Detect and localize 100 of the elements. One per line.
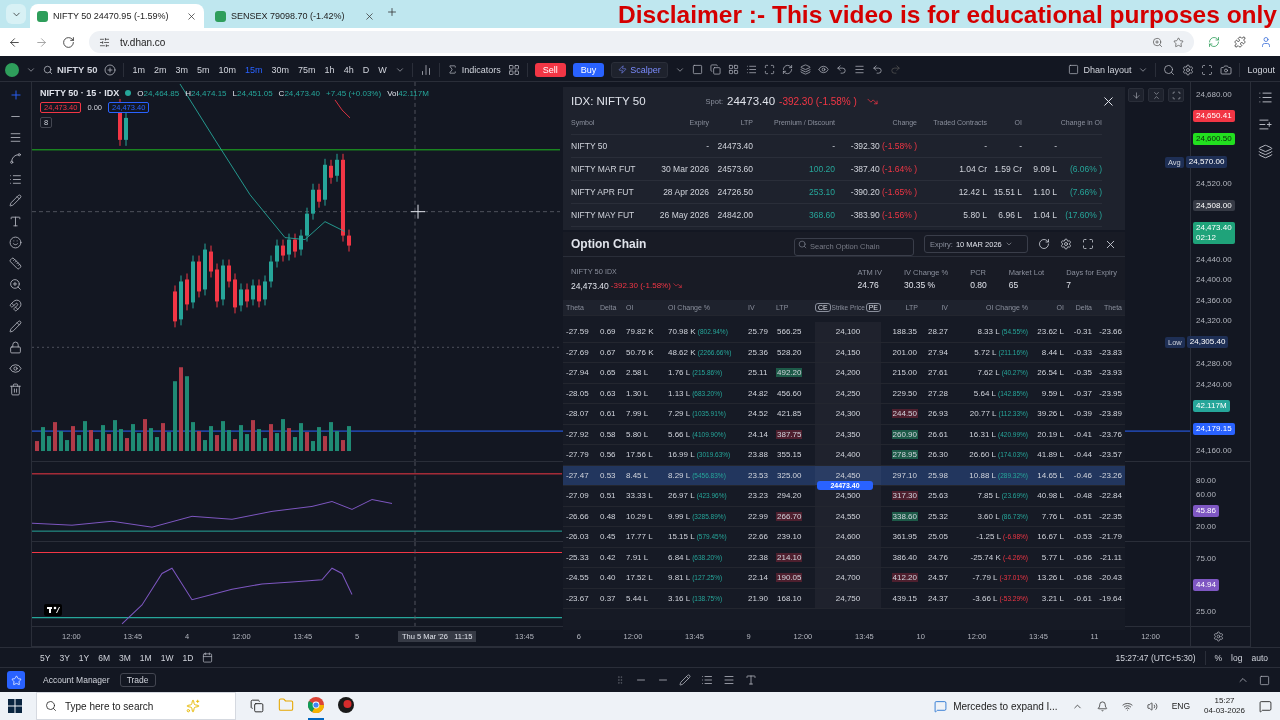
delta-cell-text: 0.51 (599, 491, 617, 501)
axis-tick-label: 24,680.00 (1195, 90, 1232, 99)
ltp-cell-text: 566.25 (776, 327, 803, 337)
timeframe-button[interactable]: D (361, 64, 371, 75)
range-button[interactable]: 3Y (59, 652, 70, 663)
ltp-cell-text: 361.95 (891, 532, 918, 542)
range-button[interactable]: 1W (160, 652, 174, 663)
symbol-cell-text: NIFTY APR FUT (571, 187, 635, 197)
timeframe-button[interactable]: 3m (174, 64, 190, 75)
panel-title: IDX: NIFTY 50 (571, 95, 646, 107)
oi-cell-text: 9.59 L (1040, 388, 1065, 398)
delta-cell-text: 0.53 (599, 470, 617, 480)
ohlc-value: H24,474.15 (185, 88, 227, 98)
timeframe-button[interactable]: 10m (217, 64, 238, 75)
delta-cell-text: -0.35 (1072, 368, 1093, 378)
volume-value: Vol42.117M (387, 88, 429, 98)
change-cell-text: -383.90 (-1.56% ) (849, 210, 917, 220)
browser-tab[interactable]: SENSEX 79098.70 (-1.42%) (208, 4, 382, 28)
browser-tab[interactable]: NIFTY 50 24470.95 (-1.59%) (30, 4, 204, 28)
ltp-cell-text: 24726.50 (716, 187, 753, 197)
theta-cell-text: -23.95 (1098, 388, 1123, 398)
oi-cell-text: 26.54 L (1036, 368, 1065, 378)
iv-cell-text: 25.32 (926, 511, 949, 521)
buy-button[interactable]: Buy (572, 62, 605, 77)
price-badge: 24,508.00 (1193, 199, 1235, 212)
axis-tick-label: 24,240.00 (1195, 379, 1232, 389)
delta-cell-text: -0.48 (1072, 491, 1093, 501)
iv-cell-text: 24.57 (926, 573, 949, 583)
language-label[interactable]: ENG (1171, 701, 1191, 711)
ltp-cell-text: 260.90 (890, 429, 919, 439)
oi-cell-text: 1.59 Cr (993, 164, 1022, 174)
scale-button[interactable]: % (1214, 652, 1223, 663)
change-cell-text: -387.40 (-1.64% ) (849, 164, 917, 174)
ltp-cell-text: 325.00 (776, 470, 803, 480)
indicators-button[interactable]: Indicators (446, 64, 501, 75)
timeframe-button[interactable]: W (377, 64, 388, 75)
timeframe-button[interactable]: 30m (270, 64, 291, 75)
oi-cell-text: 8.44 L (1040, 347, 1065, 357)
timeframe-button[interactable]: 15m (244, 64, 264, 75)
theta-cell-text: -26.03 (565, 532, 590, 542)
strike-cell: 24,750 (815, 588, 881, 608)
timeframe-button[interactable]: 2m (153, 64, 168, 75)
change-cell-text: -390.20 (-1.65% ) (849, 187, 917, 197)
theta-cell-text: -23.83 (1098, 347, 1123, 357)
trade-button[interactable]: Trade (119, 673, 156, 687)
stat-value: 65 (1008, 279, 1020, 290)
strike-cell: 24,300 (815, 404, 881, 424)
delta-cell-text: 0.61 (599, 409, 617, 419)
range-button[interactable]: 3M (119, 652, 131, 663)
timeframe-button[interactable]: 1h (323, 64, 336, 75)
axis-tick-label: 25.00 (1195, 607, 1217, 616)
range-button[interactable]: 1D (182, 652, 194, 663)
theta-cell-text: -21.11 (1098, 552, 1123, 562)
iv-cell-text: 24.52 (747, 409, 770, 419)
timeframe-button[interactable]: 5m (196, 64, 211, 75)
ltp-cell-text: 215.00 (891, 368, 918, 378)
taskbar-clock[interactable]: 15:27 04-03-2026 (1204, 696, 1245, 716)
iv-cell-text: 24.82 (747, 388, 770, 398)
price-badge: 45.86 (1193, 504, 1220, 517)
timeframe-button[interactable]: 75m (297, 64, 317, 75)
oi-cell-text: 50.76 K (625, 347, 655, 357)
theta-cell-text: -27.69 (565, 347, 590, 357)
ltp-cell-text: 456.60 (776, 388, 803, 398)
iv-cell-text: 23.23 (747, 491, 770, 501)
range-button[interactable]: 1Y (78, 652, 90, 663)
iv-cell-text: 24.14 (747, 429, 770, 439)
logout-button[interactable]: Logout (1247, 64, 1275, 75)
delta-cell-text: -0.61 (1072, 593, 1093, 603)
range-button[interactable]: 5Y (40, 652, 51, 663)
strike-cell: 24,250 (815, 383, 881, 403)
account-manager-label: Account Manager (43, 675, 110, 685)
scalper-button[interactable]: Scalper (611, 61, 668, 78)
theta-cell-text: -23.93 (1098, 368, 1123, 378)
price-badge: 44.94 (1193, 579, 1220, 591)
ltp-cell-text: 528.20 (776, 347, 803, 357)
strike-cell: 24,200 (815, 363, 881, 383)
news-ticker-text[interactable]: Mercedes to expand I... (953, 700, 1058, 712)
axis-tick-label: 24,520.00 (1195, 179, 1232, 189)
iv-cell-text: 22.66 (747, 532, 770, 542)
range-button[interactable]: 6M (98, 652, 111, 663)
sell-button[interactable]: Sell (534, 62, 566, 77)
oi-cell-text: 17.52 L (625, 573, 654, 583)
scale-button[interactable]: log (1231, 652, 1243, 663)
taskbar-search-field[interactable]: Type here to search (36, 692, 236, 720)
theta-cell-text: -20.43 (1098, 573, 1123, 583)
ltp-cell-text: 355.15 (776, 450, 803, 460)
symbol-search[interactable]: NIFTY 50 (43, 64, 98, 75)
timeframe-button[interactable]: 4h (342, 64, 355, 75)
layout-button[interactable]: Dhan layout (1068, 64, 1132, 75)
spot-value: 24473.40 (727, 95, 776, 107)
url-field[interactable]: tv.dhan.co (89, 31, 1194, 53)
range-button[interactable]: 1M (139, 652, 152, 663)
oi-cell-text: 10.29 L (625, 511, 654, 521)
scale-button[interactable]: auto (1251, 652, 1268, 663)
ltp-cell-text: 278.95 (890, 450, 919, 460)
delta-cell-text: -0.44 (1072, 450, 1093, 460)
timeframe-button[interactable]: 1m (131, 64, 146, 75)
theta-cell-text: -28.05 (565, 388, 590, 398)
delta-cell-text: 0.67 (599, 347, 617, 357)
iv-cell-text: 25.79 (747, 327, 770, 337)
